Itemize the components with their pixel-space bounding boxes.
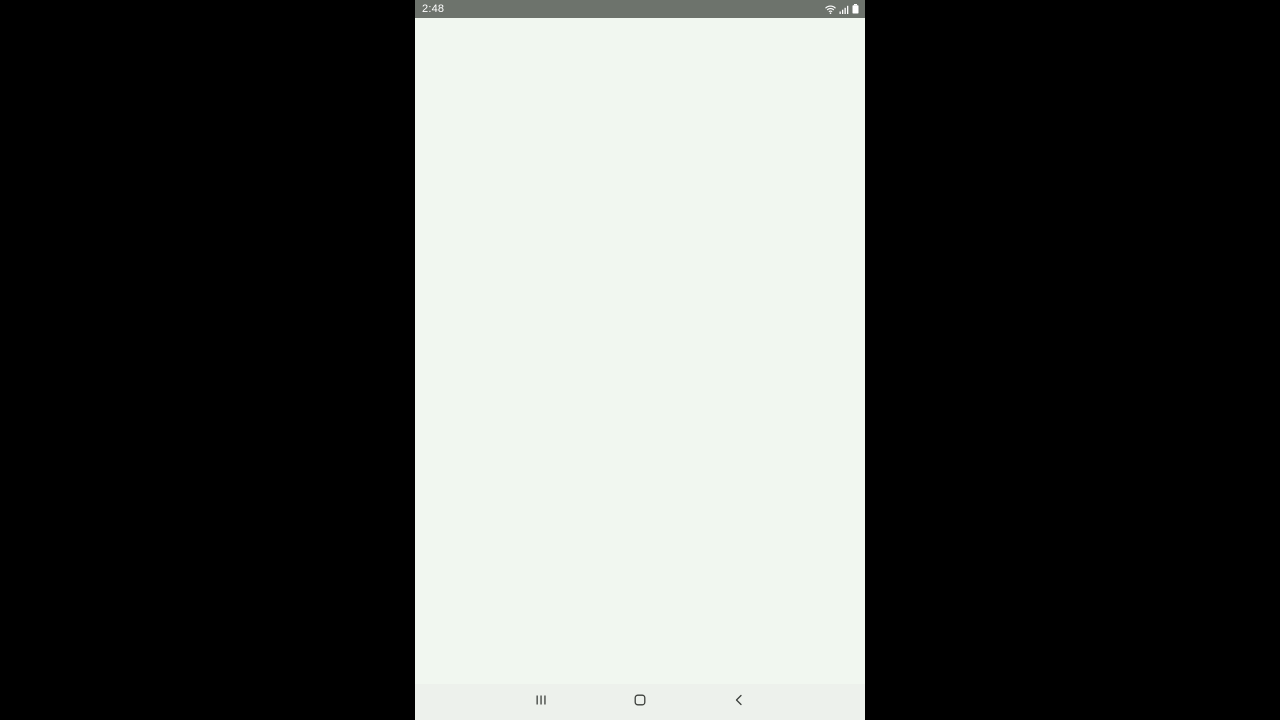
back-button[interactable]: [719, 684, 759, 720]
recents-button[interactable]: [521, 684, 561, 720]
status-time: 2:48: [422, 3, 445, 15]
back-icon: [733, 693, 745, 711]
home-button[interactable]: [620, 684, 660, 720]
screen-recording-frame: 2:48: [0, 0, 1280, 720]
recents-icon: [535, 693, 547, 711]
status-icons: [825, 0, 859, 18]
signal-icon: [839, 5, 849, 14]
phone-screen: 2:48: [415, 0, 865, 720]
wifi-icon: [825, 5, 836, 14]
navigation-bar: [415, 684, 865, 720]
home-icon: [634, 693, 646, 711]
status-bar: 2:48: [415, 0, 865, 18]
battery-icon: [852, 4, 859, 14]
app-content-area: [415, 18, 865, 684]
